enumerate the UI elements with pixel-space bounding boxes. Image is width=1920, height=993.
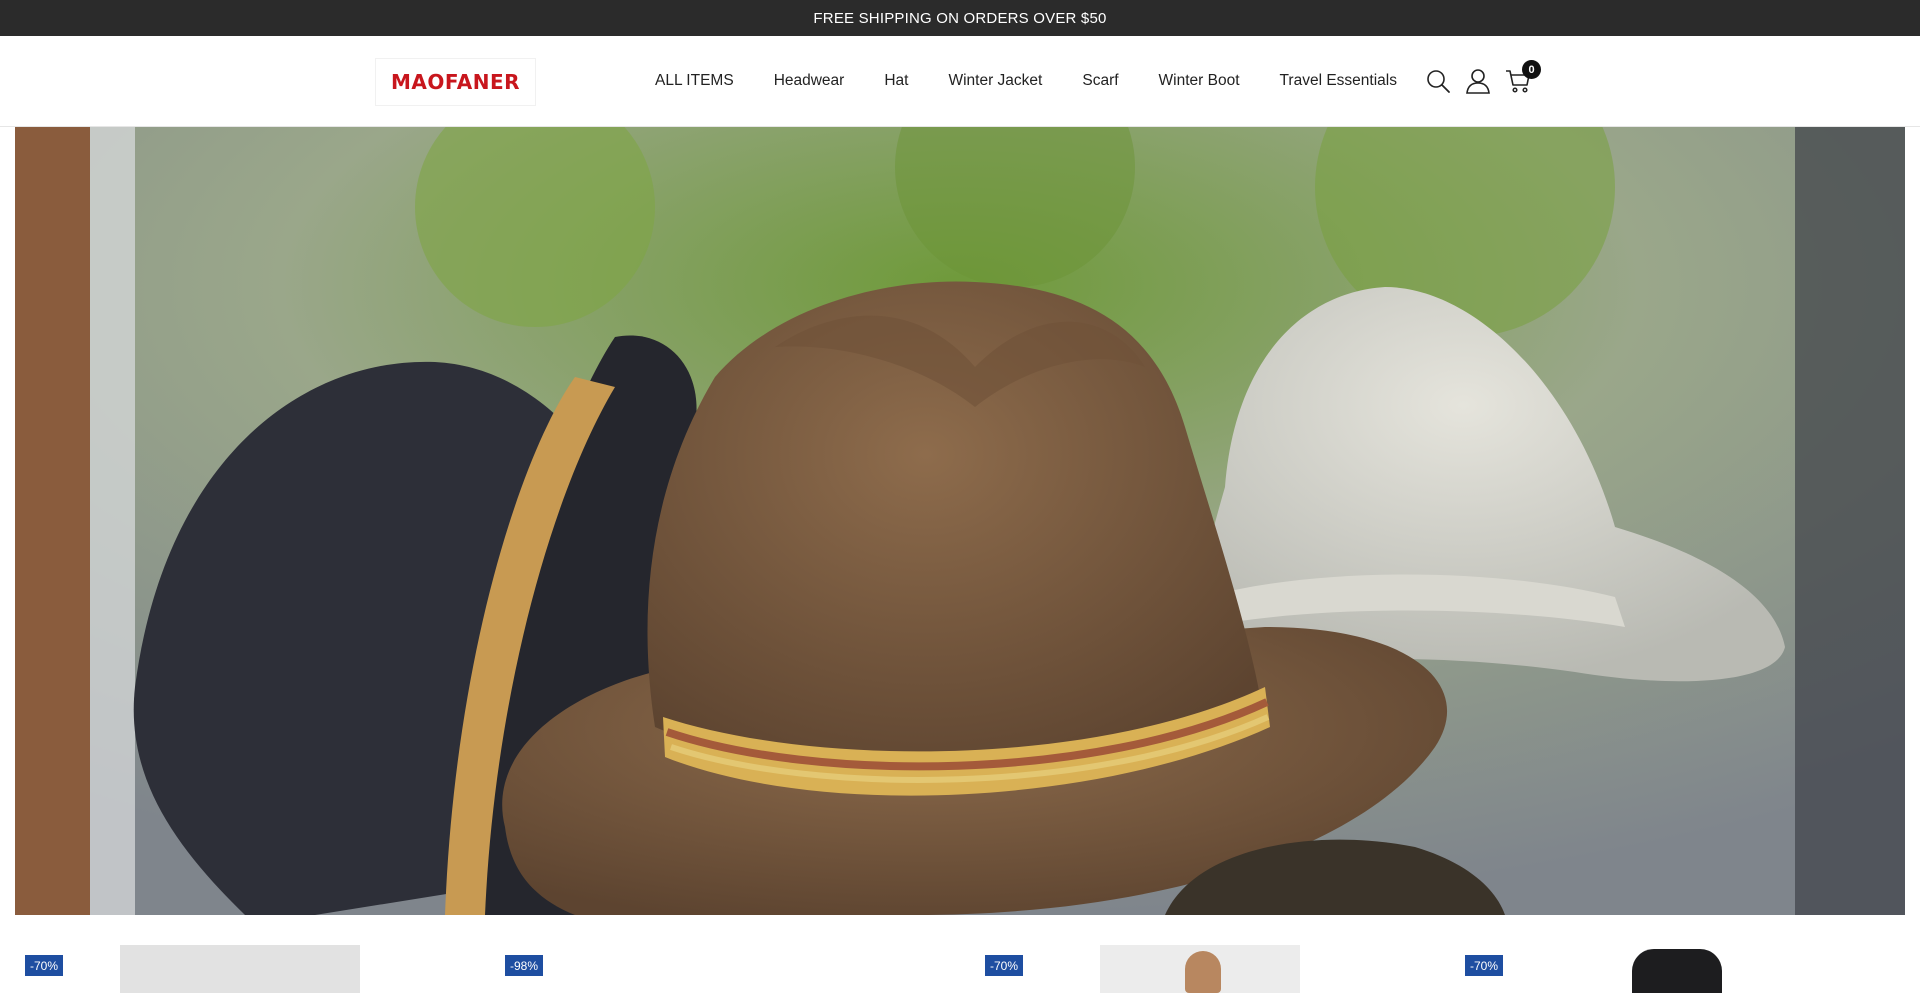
- nav-hat[interactable]: Hat: [884, 72, 908, 90]
- product-card[interactable]: -70%: [0, 915, 480, 993]
- model-image: [1185, 951, 1221, 993]
- discount-badge: -70%: [25, 955, 64, 976]
- cart-button[interactable]: 0: [1505, 60, 1541, 96]
- hero-image: [15, 127, 1905, 915]
- cart-count-badge: 0: [1522, 60, 1541, 79]
- hero-banner[interactable]: [15, 127, 1905, 915]
- nav-scarf[interactable]: Scarf: [1082, 72, 1118, 90]
- logo-text: MAOFANER: [390, 70, 521, 94]
- account-button[interactable]: [1465, 66, 1491, 96]
- nav-winter-jacket[interactable]: Winter Jacket: [948, 72, 1042, 90]
- discount-badge: -98%: [505, 955, 544, 976]
- nav-all-items[interactable]: ALL ITEMS: [655, 72, 734, 90]
- discount-badge: -70%: [985, 955, 1024, 976]
- product-thumbnail[interactable]: [120, 945, 360, 993]
- search-button[interactable]: [1425, 66, 1451, 96]
- main-nav: ALL ITEMS Headwear Hat Winter Jacket Sca…: [655, 36, 1397, 126]
- nav-winter-boot[interactable]: Winter Boot: [1159, 72, 1240, 90]
- search-icon: [1427, 70, 1450, 93]
- nav-travel-essentials[interactable]: Travel Essentials: [1280, 72, 1397, 90]
- product-card[interactable]: -70%: [1440, 915, 1920, 993]
- glove-image: [1632, 949, 1722, 993]
- product-row: -70% -98% -70% -70%: [0, 915, 1920, 993]
- site-header: MAOFANER ALL ITEMS Headwear Hat Winter J…: [0, 36, 1920, 127]
- product-thumbnail[interactable]: [1100, 945, 1300, 993]
- announcement-text: FREE SHIPPING ON ORDERS OVER $50: [813, 9, 1107, 27]
- product-card[interactable]: -70%: [960, 915, 1440, 993]
- nav-headwear[interactable]: Headwear: [774, 72, 845, 90]
- product-card[interactable]: -98%: [480, 915, 960, 993]
- announcement-bar: FREE SHIPPING ON ORDERS OVER $50: [0, 0, 1920, 36]
- header-icons: 0: [1425, 60, 1541, 98]
- discount-badge: -70%: [1465, 955, 1504, 976]
- logo[interactable]: MAOFANER: [375, 58, 536, 106]
- user-icon: [1466, 69, 1490, 94]
- product-thumbnail[interactable]: [1610, 945, 1750, 993]
